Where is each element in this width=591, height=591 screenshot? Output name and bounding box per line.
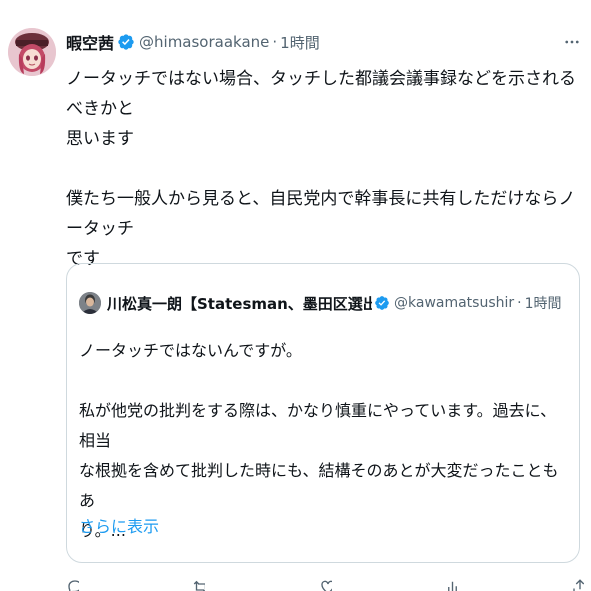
tweet-text-line: 僕たち一般人から見ると、自民党内で幹事長に共有しただけならノータッチ	[66, 189, 576, 239]
separator-dot: ·	[272, 33, 278, 51]
verified-badge-icon	[374, 295, 390, 311]
anime-girl-avatar-icon[interactable]	[8, 28, 56, 76]
tweet-body: ノータッチではない場合、タッチした都議会議事録などを示されるべきかと 思います …	[66, 64, 584, 274]
action-bar	[66, 578, 584, 591]
repost-icon[interactable]	[192, 578, 206, 591]
tweet-text-line: ノータッチではない場合、タッチした都議会議事録などを示されるべきかと	[66, 69, 576, 119]
more-dots-icon	[565, 40, 579, 44]
profile-photo-avatar-icon[interactable]	[79, 292, 101, 314]
tweet[interactable]: 暇空茜 @himasoraakane · 1時間 ノータッチではない場合、タッチ…	[0, 0, 591, 591]
quoted-timestamp[interactable]: 1時間	[525, 293, 562, 313]
verified-badge-icon	[117, 33, 135, 51]
quoted-display-name[interactable]: 川松真一朗【Statesman、墨田区選出・4	[107, 293, 372, 314]
separator-dot: ·	[517, 295, 522, 311]
quoted-user-handle[interactable]: @kawamatsushir	[394, 295, 514, 311]
show-more-link[interactable]: さらに表示	[79, 512, 159, 542]
tweet-text-line: 思います	[66, 129, 134, 149]
like-icon[interactable]	[319, 578, 332, 591]
quoted-text-line: な根拠を含めて批判した時にも、結構そのあとが大変だったこともあ	[79, 461, 559, 510]
quoted-tweet-header: 川松真一朗【Statesman、墨田区選出・4 @kawamatsushir ·…	[107, 290, 573, 316]
timestamp[interactable]: 1時間	[280, 32, 320, 53]
views-icon[interactable]	[445, 578, 458, 591]
display-name[interactable]: 暇空茜	[66, 30, 114, 54]
quoted-tweet-card[interactable]: 川松真一朗【Statesman、墨田区選出・4 @kawamatsushir ·…	[66, 263, 580, 563]
reply-icon[interactable]	[66, 578, 79, 591]
share-icon[interactable]	[571, 578, 584, 591]
more-options-button[interactable]	[560, 30, 584, 54]
quoted-text-line: ノータッチではないんですが。	[79, 341, 302, 360]
tweet-header: 暇空茜 @himasoraakane · 1時間	[66, 30, 320, 54]
user-handle[interactable]: @himasoraakane	[139, 33, 269, 51]
quoted-text-line: 私が他党の批判をする際は、かなり慎重にやっています。過去に、相当	[79, 401, 557, 450]
